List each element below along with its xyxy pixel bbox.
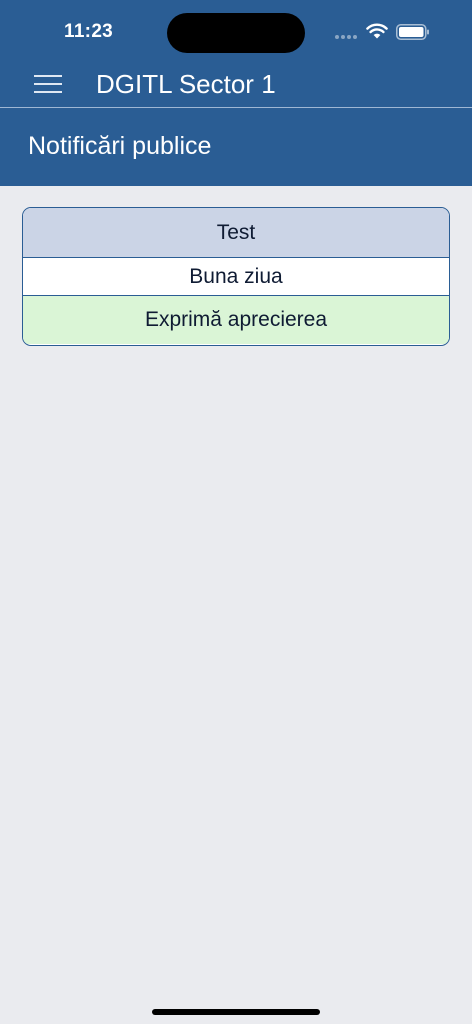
hamburger-menu-icon[interactable] bbox=[34, 73, 64, 95]
notification-card: Test Buna ziua Exprimă aprecierea bbox=[22, 207, 450, 346]
page-title: Notificări publice bbox=[28, 132, 212, 160]
appreciate-button[interactable]: Exprimă aprecierea bbox=[23, 296, 449, 344]
status-bar: 11:23 bbox=[0, 0, 472, 62]
app-bar: DGITL Sector 1 bbox=[0, 62, 472, 107]
app-title: DGITL Sector 1 bbox=[96, 69, 276, 99]
dynamic-island bbox=[167, 13, 305, 53]
wifi-icon bbox=[366, 23, 388, 39]
notification-body: Buna ziua bbox=[23, 258, 449, 296]
battery-icon bbox=[396, 24, 429, 40]
page-header: Notificări publice bbox=[0, 108, 472, 186]
notification-title: Test bbox=[23, 208, 449, 258]
home-indicator bbox=[152, 1009, 320, 1015]
status-time: 11:23 bbox=[64, 21, 114, 42]
cellular-signal-icon bbox=[335, 35, 359, 40]
